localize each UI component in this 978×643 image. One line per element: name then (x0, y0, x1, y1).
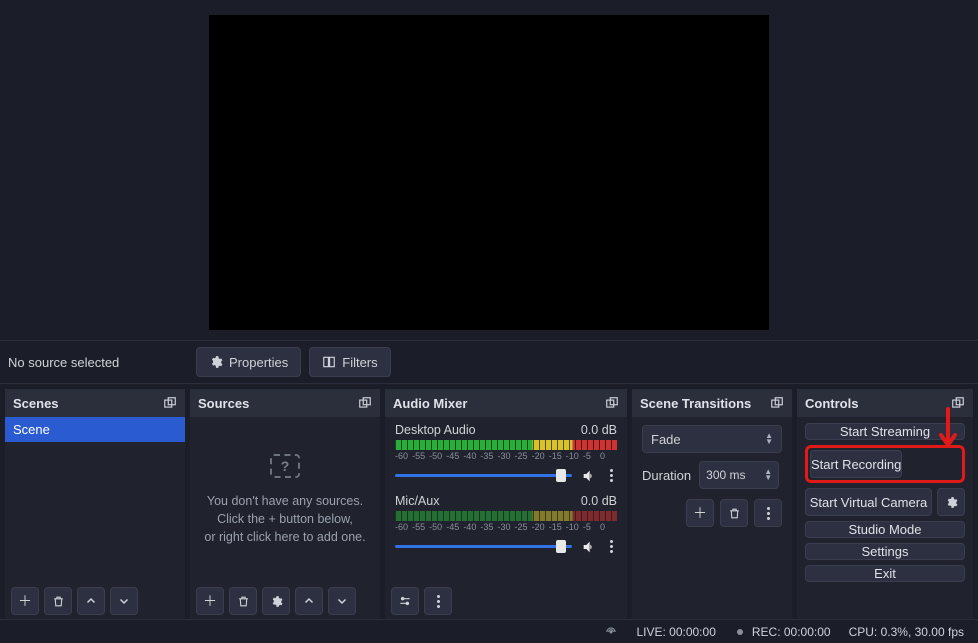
vu-meter (395, 511, 617, 521)
sources-title: Sources (198, 396, 249, 411)
mixer-menu-button[interactable] (424, 587, 452, 615)
filters-button[interactable]: Filters (309, 347, 390, 377)
status-cpu: CPU: 0.3%, 30.00 fps (849, 625, 964, 639)
mixer-body: Desktop Audio 0.0 dB -60-55-50-45-40-35-… (385, 417, 627, 583)
move-scene-up-button[interactable] (77, 587, 105, 615)
filters-icon (322, 355, 336, 369)
settings-button[interactable]: Settings (805, 543, 965, 560)
volume-slider[interactable] (395, 545, 572, 548)
mixer-footer (385, 583, 627, 619)
transition-select[interactable]: Fade ▲▼ (642, 425, 782, 453)
no-source-label: No source selected (8, 355, 188, 370)
studio-mode-button[interactable]: Studio Mode (805, 521, 965, 538)
scenes-footer: ＋ (5, 583, 185, 619)
channel-menu-button[interactable] (606, 465, 617, 486)
scenes-dock: Scenes Scene ＋ (5, 389, 185, 619)
status-connection (604, 625, 618, 639)
channel-name: Mic/Aux (395, 494, 439, 508)
start-recording-button[interactable]: Start Recording (810, 450, 902, 478)
channel-db: 0.0 dB (581, 494, 617, 508)
preview-canvas[interactable] (209, 15, 769, 330)
controls-title: Controls (805, 396, 858, 411)
move-scene-down-button[interactable] (110, 587, 138, 615)
duration-value: 300 ms (706, 468, 745, 482)
popout-icon[interactable] (358, 396, 372, 410)
status-live: LIVE: 00:00:00 (636, 625, 715, 639)
source-properties-button[interactable] (262, 587, 290, 615)
move-source-up-button[interactable] (295, 587, 323, 615)
popout-icon[interactable] (770, 396, 784, 410)
controls-header: Controls (797, 389, 973, 417)
scenes-list[interactable]: Scene (5, 417, 185, 583)
duration-input[interactable]: 300 ms ▲▼ (699, 461, 779, 489)
transitions-body: Fade ▲▼ Duration 300 ms ▲▼ ＋ (632, 417, 792, 535)
audio-mixer-dock: Audio Mixer Desktop Audio 0.0 dB -60-55-… (385, 389, 627, 619)
controls-dock: Controls Start Streaming Start Recording… (797, 389, 973, 619)
transitions-dock: Scene Transitions Fade ▲▼ Duration 300 m… (632, 389, 792, 619)
channel-name: Desktop Audio (395, 423, 476, 437)
start-streaming-button[interactable]: Start Streaming (805, 423, 965, 440)
status-rec: REC: 00:00:00 (734, 625, 831, 639)
transition-selected: Fade (651, 432, 681, 447)
popout-icon[interactable] (951, 396, 965, 410)
mixer-channel-mic: Mic/Aux 0.0 dB -60-55-50-45-40-35-30-25-… (385, 488, 627, 559)
popout-icon[interactable] (605, 396, 619, 410)
mute-button[interactable] (580, 468, 598, 484)
annotation-highlight: Start Recording (805, 445, 965, 483)
channel-menu-button[interactable] (606, 536, 617, 557)
scene-item[interactable]: Scene (5, 417, 185, 442)
preview-area (0, 0, 978, 340)
sources-empty-line3: or right click here to add one. (204, 528, 365, 546)
sources-empty-line2: Click the + button below, (217, 510, 353, 528)
volume-slider[interactable] (395, 474, 572, 477)
spinner-icon: ▲▼ (765, 433, 773, 445)
duration-label: Duration (642, 468, 691, 483)
advanced-audio-button[interactable] (391, 587, 419, 615)
sources-list[interactable]: ? You don't have any sources. Click the … (190, 417, 380, 583)
popout-icon[interactable] (163, 396, 177, 410)
vu-scale: -60-55-50-45-40-35-30-25-20-15-10-50 (395, 451, 617, 461)
virtual-camera-settings-button[interactable] (937, 488, 965, 516)
mixer-header: Audio Mixer (385, 389, 627, 417)
delete-scene-button[interactable] (44, 587, 72, 615)
transitions-title: Scene Transitions (640, 396, 751, 411)
mixer-channel-desktop: Desktop Audio 0.0 dB -60-55-50-45-40-35-… (385, 417, 627, 488)
add-transition-button[interactable]: ＋ (686, 499, 714, 527)
broadcast-icon (604, 625, 618, 639)
delete-source-button[interactable] (229, 587, 257, 615)
channel-db: 0.0 dB (581, 423, 617, 437)
mute-button[interactable] (580, 539, 598, 555)
sources-header: Sources (190, 389, 380, 417)
spinner-icon: ▲▼ (764, 469, 772, 481)
sources-empty-line1: You don't have any sources. (207, 492, 363, 510)
dock-row: Scenes Scene ＋ Sources (0, 384, 978, 619)
transitions-header: Scene Transitions (632, 389, 792, 417)
filters-label: Filters (342, 355, 377, 370)
status-bar: LIVE: 00:00:00 REC: 00:00:00 CPU: 0.3%, … (0, 619, 978, 643)
transition-menu-button[interactable] (754, 499, 782, 527)
add-source-button[interactable]: ＋ (196, 587, 224, 615)
scenes-header: Scenes (5, 389, 185, 417)
controls-body: Start Streaming Start Recording Start Vi… (797, 417, 973, 588)
add-scene-button[interactable]: ＋ (11, 587, 39, 615)
sources-footer: ＋ (190, 583, 380, 619)
delete-transition-button[interactable] (720, 499, 748, 527)
record-icon (734, 626, 746, 638)
sources-empty-state: ? You don't have any sources. Click the … (190, 417, 380, 583)
exit-button[interactable]: Exit (805, 565, 965, 582)
context-toolbar: No source selected Properties Filters (0, 340, 978, 384)
properties-button[interactable]: Properties (196, 347, 301, 377)
properties-label: Properties (229, 355, 288, 370)
sources-dock: Sources ? You don't have any sources. Cl… (190, 389, 380, 619)
scenes-title: Scenes (13, 396, 59, 411)
move-source-down-button[interactable] (328, 587, 356, 615)
gear-icon (209, 355, 223, 369)
start-virtual-camera-button[interactable]: Start Virtual Camera (805, 488, 932, 516)
vu-scale: -60-55-50-45-40-35-30-25-20-15-10-50 (395, 522, 617, 532)
vu-meter (395, 440, 617, 450)
help-icon: ? (270, 454, 300, 478)
mixer-title: Audio Mixer (393, 396, 467, 411)
